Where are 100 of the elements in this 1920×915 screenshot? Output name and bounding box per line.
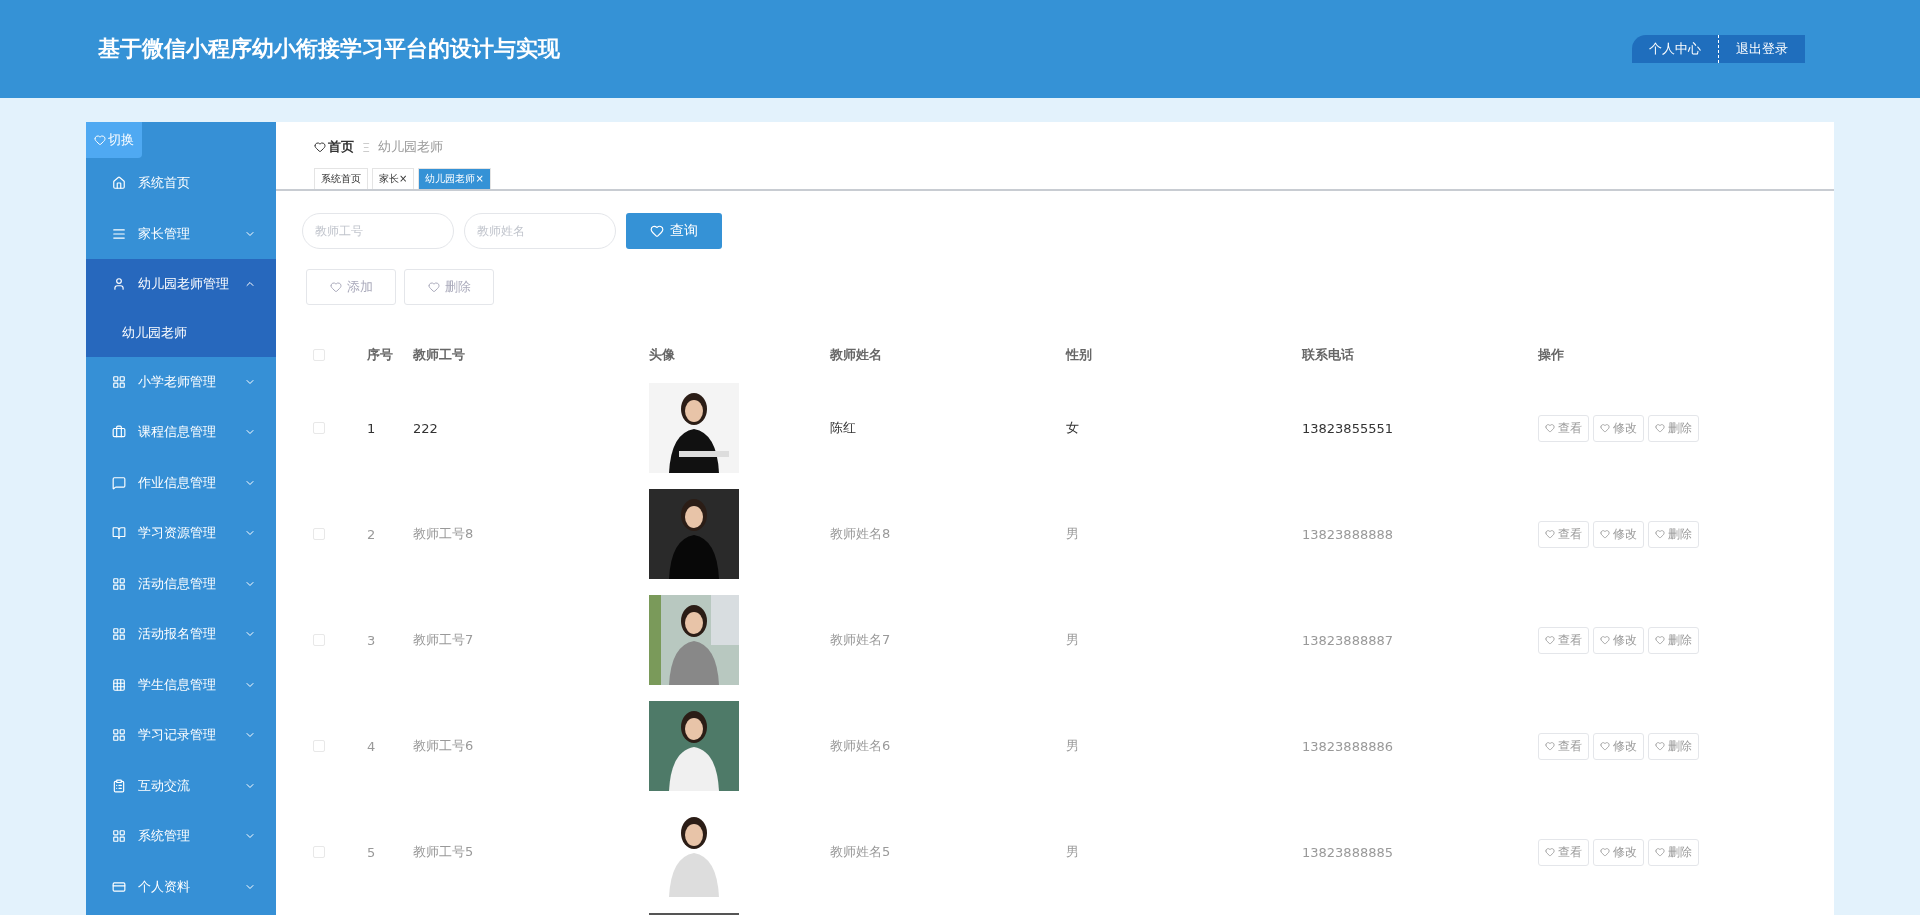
row-action-button[interactable]: 查看 [1538,414,1589,442]
list-icon [112,226,126,241]
heart-icon [1600,423,1610,433]
grid-icon [112,576,126,591]
toggle-button[interactable]: 切换 [86,122,142,158]
user-icon [112,277,126,292]
heart-icon [1655,847,1665,857]
chat-icon [112,475,126,490]
home-icon [112,176,126,191]
heart-icon [1545,741,1555,751]
table-cell-text: 222 [413,420,439,436]
table-cell-text: 13823888888 [1302,526,1394,542]
heart-icon [427,281,440,293]
sidebar-item[interactable]: 活动信息管理 [86,558,276,609]
heart-icon [94,134,106,146]
grid-icon [112,829,126,844]
row-action-button[interactable]: 删除 [1648,520,1699,548]
sidebar-item[interactable]: 学生信息管理 [86,659,276,710]
column-header: 操作 [1538,346,1565,364]
row-action-button[interactable]: 修改 [1593,520,1644,548]
row-action-button[interactable]: 修改 [1593,732,1644,760]
page-tab[interactable]: 幼儿园老师× [418,168,491,189]
search-field[interactable]: 教师姓名 [464,213,616,249]
sidebar-item[interactable]: 幼儿园老师管理 [86,259,276,310]
heart-icon [329,281,342,293]
grid-icon [112,627,126,642]
heart-icon [1600,529,1610,539]
heart-icon [1655,529,1665,539]
sidebar-item[interactable]: 系统管理 [86,811,276,862]
sidebar-item[interactable]: 学习资源管理 [86,508,276,559]
column-header: 教师姓名 [830,346,883,364]
page-tab[interactable]: 系统首页 [314,168,368,189]
breadcrumb-home[interactable]: 首页 [314,138,354,156]
row-action-button[interactable]: 修改 [1593,414,1644,442]
search-button[interactable]: 查询 [626,213,722,249]
sidebar-item[interactable]: 作业信息管理 [86,457,276,508]
sidebar-item[interactable]: 互动交流 [86,760,276,811]
book-icon [112,526,126,541]
table-cell-text: 教师工号5 [413,843,475,861]
heart-icon [1655,635,1665,645]
heart-icon [1655,423,1665,433]
sidebar-item[interactable]: 课程信息管理 [86,407,276,458]
row-action-button[interactable]: 删除 [1648,732,1699,760]
header-link[interactable]: 退出登录 [1718,35,1805,63]
row-action-button[interactable]: 删除 [1648,414,1699,442]
table-cell-text: 男 [1066,843,1080,861]
sidebar-item[interactable]: 学习记录管理 [86,710,276,761]
sidebar-subitem[interactable]: 幼儿园老师 [86,309,276,357]
heart-icon [650,224,664,238]
sidebar-item[interactable]: 个人资料 [86,861,276,912]
row-action-button[interactable]: 删除 [1648,626,1699,654]
heart-icon [314,141,326,153]
page-tab[interactable]: 家长× [372,168,415,189]
row-action-button[interactable]: 查看 [1538,838,1589,866]
row-action-button[interactable]: 查看 [1538,520,1589,548]
table-cell-text: 教师工号8 [413,525,475,543]
toolbar-button[interactable]: 添加 [306,269,396,305]
table-cell-text: 13823888886 [1302,738,1394,754]
table-cell-text: 13823855551 [1302,420,1394,436]
table-cell-text: 13823888885 [1302,844,1394,860]
column-header: 性别 [1066,346,1093,364]
table-cell-text: 1 [367,420,377,436]
row-action-button[interactable]: 删除 [1648,838,1699,866]
toolbar-button[interactable]: 删除 [404,269,494,305]
app-title: 基于微信小程序幼小衔接学习平台的设计与实现 [98,35,560,63]
sidebar-item[interactable]: 家长管理 [86,208,276,259]
table-cell-text: 教师工号7 [413,631,475,649]
grid-icon [112,677,126,692]
row-action-button[interactable]: 查看 [1538,732,1589,760]
heart-icon [1600,741,1610,751]
card-icon [112,879,126,894]
sidebar-item[interactable]: 小学老师管理 [86,356,276,407]
table-cell-text: 5 [367,844,377,860]
sidebar-item[interactable]: 系统首页 [86,158,276,209]
table-cell-text: 女 [1066,419,1080,437]
sidebar-item[interactable]: 活动报名管理 [86,609,276,660]
table-cell-text: 教师工号6 [413,737,475,755]
heart-icon [1545,635,1555,645]
header-link[interactable]: 个人中心 [1632,35,1718,63]
row-action-button[interactable]: 查看 [1538,626,1589,654]
table-cell-text: 男 [1066,631,1080,649]
table-cell-text: 教师姓名5 [830,843,892,861]
column-header: 序号 [367,346,394,364]
heart-icon [1600,847,1610,857]
row-action-button[interactable]: 修改 [1593,626,1644,654]
grid-icon [112,374,126,389]
heart-icon [1655,741,1665,751]
table-cell-text: 男 [1066,525,1080,543]
table-cell-text: 2 [367,526,377,542]
table-cell-text: 教师姓名7 [830,631,892,649]
grid-icon [112,728,126,743]
heart-icon [1545,847,1555,857]
table-cell-text: 男 [1066,737,1080,755]
heart-icon [1600,635,1610,645]
table-cell-text: 教师姓名8 [830,525,892,543]
column-header: 头像 [649,346,676,364]
search-field[interactable]: 教师工号 [302,213,454,249]
table-cell-text: 陈红 [830,419,857,437]
table-cell-text: 13823888887 [1302,632,1394,648]
row-action-button[interactable]: 修改 [1593,838,1644,866]
